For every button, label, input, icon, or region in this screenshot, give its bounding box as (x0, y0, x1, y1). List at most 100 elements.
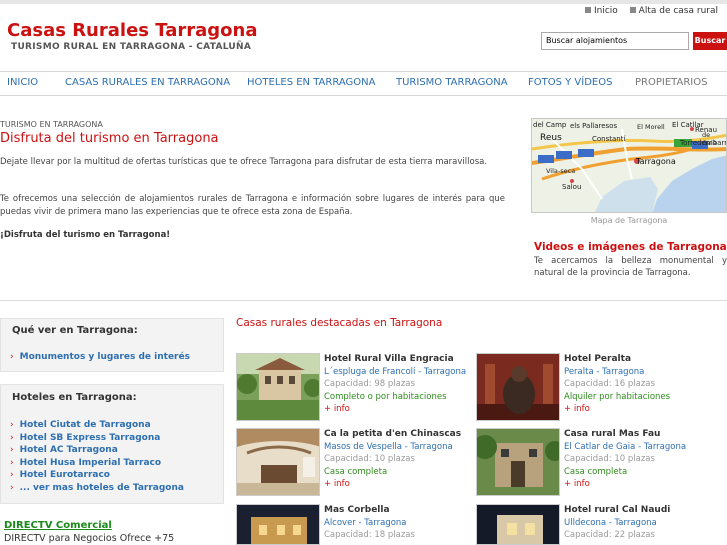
card-info: Mas Corbella Alcover - Tarragona Capacid… (324, 504, 415, 542)
site-logo[interactable]: Casas Rurales Tarragona (7, 20, 257, 41)
arrow-icon: › (10, 482, 14, 493)
rental-card[interactable]: Mas Corbella Alcover - Tarragona Capacid… (236, 504, 481, 545)
nav-fotos-videos[interactable]: FOTOS Y VÍDEOS (528, 77, 612, 88)
map-label: del Camp (533, 121, 567, 129)
card-photo-graphic (237, 354, 319, 420)
card-name[interactable]: Ca la petita d'en Chinascas (324, 428, 461, 441)
card-name[interactable]: Mas Corbella (324, 504, 415, 517)
card-location[interactable]: Masos de Vespella - Tarragona (324, 441, 461, 454)
card-name[interactable]: Casa rural Mas Fau (564, 428, 686, 441)
card-capacity: Capacidad: 18 plazas (324, 530, 415, 540)
list-item[interactable]: › Hotel Eurotarraco (10, 469, 184, 482)
card-info: Hotel Peralta Peralta - Tarragona Capaci… (564, 353, 670, 416)
card-info: Ca la petita d'en Chinascas Masos de Ves… (324, 428, 461, 491)
page-title: Disfruta del turismo en Tarragona (0, 131, 219, 146)
card-photo[interactable] (476, 428, 560, 496)
nav-propietarios[interactable]: PROPIETARIOS (635, 77, 707, 88)
card-name[interactable]: Hotel Rural Villa Engracia (324, 353, 466, 366)
nav-hoteles[interactable]: HOTELES EN TARRAGONA (247, 77, 375, 88)
nav-turismo[interactable]: TURISMO TARRAGONA (396, 77, 508, 88)
card-photo[interactable] (476, 353, 560, 421)
card-info: Hotel Rural Villa Engracia L´espluga de … (324, 353, 466, 416)
list-item[interactable]: › Hotel AC Tarragona (10, 444, 184, 457)
search-input[interactable]: Buscar alojamientos (541, 32, 689, 50)
card-photo-graphic (477, 429, 559, 495)
card-photo-graphic (477, 354, 559, 420)
map-label: Constantí (592, 135, 626, 143)
videos-text: Te acercamos la belleza monumental y nat… (534, 256, 727, 278)
main-nav: INICIO CASAS RURALES EN TARRAGONA HOTELE… (0, 71, 727, 96)
card-photo-graphic (237, 505, 319, 544)
card-type: Alquiler por habitaciones (564, 391, 671, 402)
intro-paragraph-1: Dejate llevar por la multitud de ofertas… (0, 157, 488, 167)
card-location[interactable]: L´espluga de Francolí - Tarragona (324, 366, 466, 379)
rental-card[interactable]: Casa rural Mas Fau El Catlar de Gaia - T… (476, 428, 721, 496)
ad-text: DIRECTV para Negocios Ofrece +75 (4, 533, 175, 544)
card-capacity: Capacidad: 10 plazas (564, 454, 655, 464)
map-label: els Pallaresos (570, 122, 618, 130)
card-name[interactable]: Hotel Peralta (564, 353, 670, 366)
top-strip (0, 0, 727, 4)
card-more-link[interactable]: + info (564, 403, 670, 416)
map-label: Salou (562, 183, 582, 191)
card-photo-graphic (477, 505, 559, 544)
card-more-link[interactable]: + info (324, 403, 466, 416)
card-photo[interactable] (236, 504, 320, 545)
card-location[interactable]: Peralta - Tarragona (564, 366, 670, 379)
card-location[interactable]: Alcover - Tarragona (324, 517, 415, 530)
map-label: Tarragona (636, 157, 676, 166)
hoteles-list: › Hotel Ciutat de Tarragona › Hotel SB Exp… (10, 419, 184, 494)
top-link-inicio[interactable]: Inicio (584, 6, 618, 16)
map-label: Reus (540, 133, 562, 143)
list-item[interactable]: › Hotel Ciutat de Tarragona (10, 419, 184, 432)
card-name[interactable]: Hotel rural Cal Naudi (564, 504, 670, 517)
arrow-icon: › (10, 457, 14, 468)
rental-card[interactable]: Hotel rural Cal Naudi Ulldecona - Tarrag… (476, 504, 721, 545)
card-photo[interactable] (236, 353, 320, 421)
card-photo[interactable] (476, 504, 560, 545)
tarragona-map[interactable]: del Camp els Pallaresos El Catllar Reus … (531, 118, 727, 213)
card-more-link[interactable]: + info (324, 478, 461, 491)
card-location[interactable]: Ulldecona - Tarragona (564, 517, 670, 530)
top-links: Inicio Alta de casa rural (584, 6, 727, 16)
arrow-icon: › (10, 352, 14, 362)
rental-card[interactable]: Ca la petita d'en Chinascas Masos de Ves… (236, 428, 481, 496)
list-item[interactable]: › Hotel Husa Imperial Tarraco (10, 457, 184, 470)
list-item[interactable]: › Hotel SB Express Tarragona (10, 432, 184, 445)
card-photo[interactable] (236, 428, 320, 496)
card-capacity: Capacidad: 10 plazas (324, 454, 415, 464)
intro-paragraph-2: Te ofrecemos una selección de alojamient… (0, 194, 505, 217)
card-location[interactable]: El Catlar de Gaia - Tarragona (564, 441, 686, 454)
search-button[interactable]: Buscar (693, 32, 727, 50)
rental-card[interactable]: Hotel Peralta Peralta - Tarragona Capaci… (476, 353, 721, 421)
site-tagline: TURISMO RURAL EN TARRAGONA - CATALUÑA (11, 42, 252, 52)
card-type: Casa completa (564, 466, 628, 477)
card-more-link[interactable]: + info (564, 478, 686, 491)
nav-casas-rurales[interactable]: CASAS RURALES EN TARRAGONA (65, 77, 230, 88)
section-divider (0, 300, 727, 301)
intro-paragraph-3: ¡Disfruta del turismo en Tarragona! (0, 230, 171, 240)
que-ver-list: › Monumentos y lugares de interés (10, 351, 190, 364)
card-info: Hotel rural Cal Naudi Ulldecona - Tarrag… (564, 504, 670, 542)
map-label: El Morell (637, 123, 665, 131)
hoteles-title: Hoteles en Tarragona: (12, 392, 137, 403)
arrow-icon: › (10, 470, 14, 480)
nav-inicio[interactable]: INICIO (7, 77, 38, 88)
ad-title[interactable]: DIRECTV Comercial (4, 520, 112, 531)
card-photo-graphic (237, 429, 319, 495)
videos-title[interactable]: Videos e imágenes de Tarragona (534, 241, 727, 253)
card-info: Casa rural Mas Fau El Catlar de Gaia - T… (564, 428, 686, 491)
card-capacity: Capacidad: 16 plazas (564, 379, 655, 389)
list-item[interactable]: › Monumentos y lugares de interés (10, 351, 190, 364)
card-type: Casa completa (324, 466, 388, 477)
rental-card[interactable]: Hotel Rural Villa Engracia L´espluga de … (236, 353, 481, 421)
top-link-alta[interactable]: Alta de casa rural (629, 6, 718, 16)
card-capacity: Capacidad: 22 plazas (564, 530, 655, 540)
list-item[interactable]: ›... ver mas hoteles de Tarragona (10, 482, 184, 495)
arrow-icon: › (10, 445, 14, 455)
card-capacity: Capacidad: 98 plazas (324, 379, 415, 389)
featured-title: Casas rurales destacadas en Tarragona (236, 317, 443, 329)
card-type: Completo o por habitaciones (324, 391, 447, 402)
map-label: Vila-seca (546, 167, 576, 175)
map-caption: Mapa de Tarragona (590, 216, 668, 225)
